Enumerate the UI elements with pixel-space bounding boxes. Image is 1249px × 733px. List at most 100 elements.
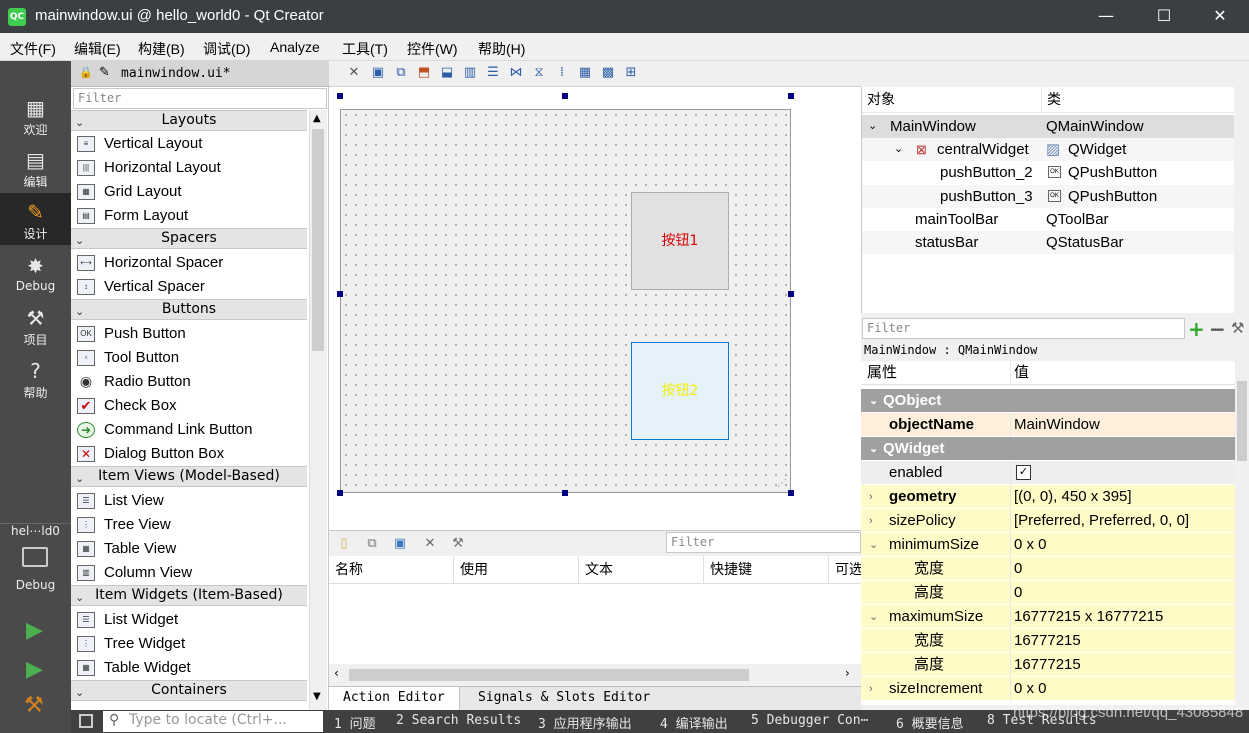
output-tab-compile-output[interactable]: 4 编译输出 [660, 713, 728, 732]
menu-build[interactable]: 构建(B) [138, 39, 185, 59]
property-row-maximumsize[interactable]: ⌄ maximumSize 16777215 x 16777215 [861, 605, 1235, 629]
tab-signals-slots-editor[interactable]: Signals & Slots Editor [464, 687, 664, 711]
action-filter-input[interactable]: Filter [666, 532, 861, 553]
column-header-checkable[interactable]: 可选 [829, 556, 861, 584]
configure-icon[interactable]: ⚒ [451, 537, 465, 551]
group-qwidget[interactable]: ⌄ QWidget [861, 437, 1235, 461]
locator-input[interactable]: Type to locate (Ctrl+... [103, 711, 323, 732]
menu-analyze[interactable]: Analyze [270, 39, 320, 55]
edit-widgets-icon[interactable]: ▣ [371, 66, 385, 80]
widget-vertical-spacer[interactable]: ↕ Vertical Spacer [71, 275, 307, 299]
widgetbox-filter-input[interactable]: Filter [73, 88, 327, 109]
widget-table-widget[interactable]: ▦ Table Widget [71, 656, 307, 680]
menu-tools[interactable]: 工具(T) [342, 39, 388, 59]
output-tab-general-messages[interactable]: 6 概要信息 [896, 713, 964, 732]
widget-list-view[interactable]: ☰ List View [71, 489, 307, 513]
property-row-geometry[interactable]: › geometry [(0, 0), 450 x 395] [861, 485, 1235, 509]
tree-row-statusbar[interactable]: statusBar QStatusBar [862, 231, 1234, 254]
property-row-min-width[interactable]: 宽度 0 [861, 557, 1235, 581]
mode-debug[interactable]: ✸ Debug [0, 247, 71, 299]
editor-file-tab[interactable]: mainwindow.ui* [121, 66, 231, 81]
column-header-text[interactable]: 文本 [579, 556, 704, 584]
selection-handle[interactable] [788, 93, 794, 99]
output-tab-search-results[interactable]: 2 Search Results [396, 713, 521, 728]
column-header-name[interactable]: 名称 [329, 556, 454, 584]
column-header-used[interactable]: 使用 [454, 556, 579, 584]
widget-horizontal-spacer[interactable]: ⟷ Horizontal Spacer [71, 251, 307, 275]
debug-run-icon[interactable]: ▶ [26, 657, 43, 682]
category-item-views[interactable]: ⌄ Item Views (Model-Based) [71, 466, 307, 487]
property-scrollbar[interactable] [1235, 361, 1249, 705]
widget-horizontal-layout[interactable]: ||| Horizontal Layout [71, 156, 307, 180]
property-row-min-height[interactable]: 高度 0 [861, 581, 1235, 605]
property-row-objectname[interactable]: objectName MainWindow [861, 413, 1235, 437]
selection-handle[interactable] [337, 291, 343, 297]
widget-dialog-button-box[interactable]: ✕ Dialog Button Box [71, 442, 307, 466]
layout-form-icon[interactable]: ⁞ [555, 66, 569, 80]
layout-h-splitter-icon[interactable]: ⋈ [509, 66, 523, 80]
push-button-2[interactable]: 按钮2 [631, 342, 729, 440]
edit-signals-icon[interactable]: ⧉ [394, 66, 408, 80]
scroll-down-icon[interactable]: ▼ [313, 691, 321, 702]
layout-grid-icon[interactable]: ▦ [578, 66, 592, 80]
header-property[interactable]: 属性 [861, 361, 1011, 385]
widget-command-link-button[interactable]: ➜ Command Link Button [71, 418, 307, 442]
header-value[interactable]: 值 [1012, 361, 1235, 385]
tree-row-centralwidget[interactable]: ⌄ ⊠ centralWidget ▨ QWidget [862, 138, 1234, 161]
widgetbox-scrollbar-thumb[interactable] [312, 129, 324, 351]
enabled-checkbox[interactable]: ✓ [1016, 465, 1031, 480]
add-property-icon[interactable]: + [1188, 317, 1205, 341]
property-row-sizeincrement[interactable]: › sizeIncrement 0 x 0 [861, 677, 1235, 701]
selection-handle[interactable] [562, 93, 568, 99]
object-inspector-scrollbar[interactable] [1234, 87, 1249, 313]
edit-tab-order-icon[interactable]: ⬓ [440, 66, 454, 80]
close-icon[interactable]: ✕ [347, 66, 361, 80]
close-button[interactable]: ✕ [1191, 0, 1249, 33]
size-grip-icon[interactable]: ⋰ [777, 478, 787, 489]
property-row-enabled[interactable]: enabled ✓ [861, 461, 1235, 485]
widget-list-widget[interactable]: ☰ List Widget [71, 608, 307, 632]
property-scrollbar-thumb[interactable] [1237, 381, 1247, 461]
widget-tool-button[interactable]: ▫ Tool Button [71, 346, 307, 370]
menu-help[interactable]: 帮助(H) [478, 39, 525, 59]
new-action-icon[interactable]: ▯ [337, 537, 351, 551]
mode-projects[interactable]: ⚒ 项目 [0, 299, 71, 351]
maximize-button[interactable]: ☐ [1135, 0, 1193, 33]
selection-handle[interactable] [788, 291, 794, 297]
widget-grid-layout[interactable]: ▦ Grid Layout [71, 180, 307, 204]
mode-edit[interactable]: ▤ 编辑 [0, 141, 71, 193]
group-qobject[interactable]: ⌄ QObject [861, 389, 1235, 413]
property-row-max-width[interactable]: 宽度 16777215 [861, 629, 1235, 653]
header-object[interactable]: 对象 [862, 87, 1042, 113]
copy-action-icon[interactable]: ⧉ [365, 537, 379, 551]
paste-action-icon[interactable]: ▣ [393, 537, 407, 551]
widget-tree-widget[interactable]: ⋮ Tree Widget [71, 632, 307, 656]
action-table-hscrollbar[interactable]: ‹ › [329, 664, 861, 686]
category-containers[interactable]: ⌄ Containers [71, 680, 307, 701]
header-class[interactable]: 类 [1042, 87, 1234, 113]
tree-row-pushbutton-2[interactable]: pushButton_2 OK QPushButton [862, 161, 1234, 184]
selection-handle[interactable] [337, 93, 343, 99]
property-row-sizepolicy[interactable]: › sizePolicy [Preferred, Preferred, 0, 0… [861, 509, 1235, 533]
widget-radio-button[interactable]: ◉ Radio Button [71, 370, 307, 394]
tree-row-maintoolbar[interactable]: mainToolBar QToolBar [862, 208, 1234, 231]
property-filter-input[interactable]: Filter [862, 318, 1185, 339]
menu-widgets[interactable]: 控件(W) [407, 39, 458, 59]
minimize-button[interactable]: — [1077, 0, 1135, 33]
push-button-1[interactable]: 按钮1 [631, 192, 729, 290]
widget-vertical-layout[interactable]: ≡ Vertical Layout [71, 132, 307, 156]
menu-edit[interactable]: 编辑(E) [74, 39, 121, 59]
column-header-shortcut[interactable]: 快捷键 [704, 556, 829, 584]
tab-action-editor[interactable]: Action Editor [329, 687, 460, 711]
widget-check-box[interactable]: ✔ Check Box [71, 394, 307, 418]
hscroll-thumb[interactable] [349, 669, 749, 681]
mode-design[interactable]: ✎ 设计 [0, 193, 71, 245]
selection-handle[interactable] [337, 490, 343, 496]
menu-debug[interactable]: 调试(D) [203, 39, 250, 59]
category-item-widgets[interactable]: ⌄ Item Widgets (Item-Based) [71, 585, 307, 606]
category-buttons[interactable]: ⌄ Buttons [71, 299, 307, 320]
layout-vertical-icon[interactable]: ☰ [486, 66, 500, 80]
monitor-icon[interactable] [22, 547, 48, 567]
break-layout-icon[interactable]: ▩ [601, 66, 615, 80]
run-icon[interactable]: ▶ [26, 618, 43, 643]
